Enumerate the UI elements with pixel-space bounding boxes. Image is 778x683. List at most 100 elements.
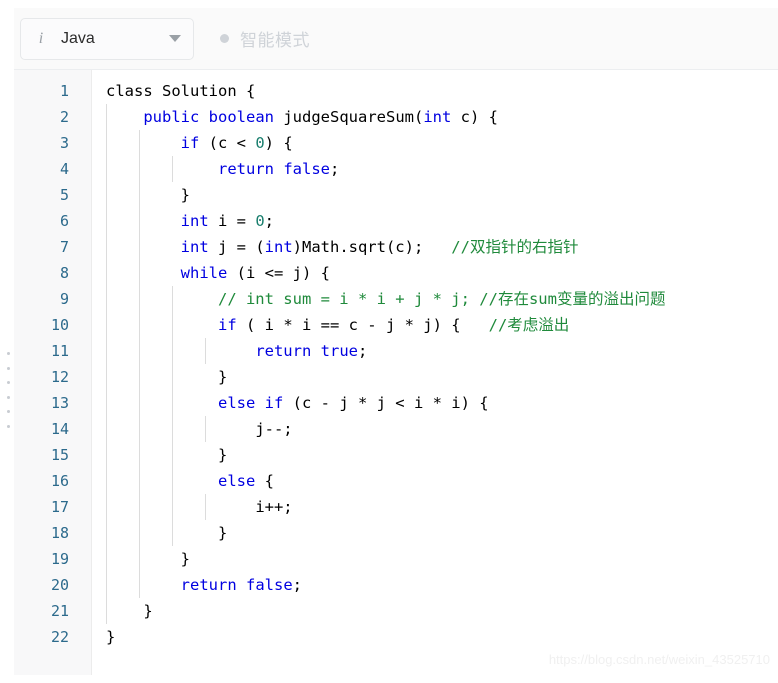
code-content[interactable]: class Solution { public boolean judgeSqu…	[92, 70, 778, 675]
code-token-cmtcn: 双指针的右指针	[469, 238, 579, 256]
code-line[interactable]: i++;	[92, 494, 778, 520]
line-number: 20	[50, 576, 69, 594]
code-line[interactable]: return false;	[92, 156, 778, 182]
code-token-plain: class	[106, 82, 153, 100]
line-number: 13	[50, 394, 69, 412]
code-token-plain: {	[255, 472, 274, 490]
code-line[interactable]: if (c < 0) {	[92, 130, 778, 156]
code-token-plain: i =	[208, 212, 256, 230]
code-token-key: boolean	[208, 108, 274, 126]
code-token-plain: }	[217, 524, 228, 542]
handle-dot-icon	[6, 352, 10, 355]
line-number: 7	[59, 238, 69, 256]
code-token-plain: ( i * i == c - j * j) {	[236, 316, 489, 334]
code-token-key: int	[423, 108, 452, 126]
code-token-key: int	[180, 238, 209, 256]
code-editor-window: i Java 智能模式 1 2 3 4 5 6 7 8 9 10 11 12 13 14 15 16 17 18 1…	[0, 0, 778, 683]
line-number: 21	[50, 602, 69, 620]
code-line[interactable]: while (i <= j) {	[92, 260, 778, 286]
code-token-key: while	[180, 264, 228, 282]
line-number: 2	[59, 108, 69, 126]
code-line[interactable]: else if (c - j * j < i * i) {	[92, 390, 778, 416]
chevron-down-icon[interactable]	[169, 35, 181, 42]
language-selector[interactable]: i Java	[20, 17, 194, 60]
code-token-plain: judgeSquareSum(	[274, 108, 424, 126]
code-token-plain: ;	[264, 212, 275, 230]
line-number: 5	[59, 186, 69, 204]
code-line[interactable]: }	[92, 624, 778, 650]
line-number: 18	[50, 524, 69, 542]
handle-dot-icon	[6, 410, 10, 414]
code-line[interactable]: }	[92, 364, 778, 390]
code-token-plain: ;	[330, 160, 340, 178]
code-line[interactable]: return false;	[92, 572, 778, 598]
status-dot-icon	[220, 34, 229, 43]
handle-dot-icon	[6, 381, 10, 385]
editor-toolbar: i Java 智能模式	[14, 8, 778, 70]
panel-resize-handle[interactable]	[4, 352, 12, 428]
code-line[interactable]: public boolean judgeSquareSum(int c) {	[92, 104, 778, 130]
smart-mode-label: 智能模式	[240, 31, 310, 50]
code-token-key: int	[264, 238, 293, 256]
code-token-key: false	[246, 576, 293, 594]
code-token-num: 0	[255, 212, 265, 230]
line-number: 6	[59, 212, 69, 230]
line-number: 4	[59, 160, 69, 178]
code-token-plain: }	[217, 368, 228, 386]
code-token-key: return	[217, 160, 274, 178]
line-number: 19	[50, 550, 69, 568]
language-selector-label: Java	[61, 29, 95, 47]
line-number: 16	[50, 472, 69, 490]
handle-dot-icon	[6, 395, 10, 399]
code-token-key: else	[217, 472, 256, 490]
code-line[interactable]: return true;	[92, 338, 778, 364]
code-line[interactable]: }	[92, 182, 778, 208]
code-line[interactable]: }	[92, 598, 778, 624]
code-lines-container: class Solution { public boolean judgeSqu…	[92, 78, 778, 650]
line-number: 1	[59, 82, 69, 100]
code-token-key: true	[320, 342, 358, 360]
code-line[interactable]: // int sum = i * i + j * j; //存在sum变量的溢出…	[92, 286, 778, 312]
code-token-key: else	[217, 394, 256, 412]
line-number: 9	[59, 290, 69, 308]
code-token-key: int	[180, 212, 209, 230]
code-token-plain: (c <	[199, 134, 256, 152]
code-token-cmtcn: 变量的溢出问题	[556, 290, 666, 308]
code-token-cmt: // int sum = i * i + j * j; //	[217, 290, 498, 308]
code-line[interactable]: }	[92, 546, 778, 572]
code-editor-body: 1 2 3 4 5 6 7 8 9 10 11 12 13 14 15 16 17 18 19 20 21 22 clas…	[14, 70, 778, 675]
code-token-key: public	[143, 108, 200, 126]
code-line[interactable]: j--;	[92, 416, 778, 442]
code-line[interactable]: }	[92, 520, 778, 546]
code-token-num: 0	[255, 134, 265, 152]
code-line[interactable]: int i = 0;	[92, 208, 778, 234]
line-number: 12	[50, 368, 69, 386]
code-line[interactable]: class Solution {	[92, 78, 778, 104]
smart-mode-toggle[interactable]: 智能模式	[220, 26, 310, 51]
code-token-plain: i++;	[255, 498, 293, 516]
code-line[interactable]: if ( i * i == c - j * j) { //考虑溢出	[92, 312, 778, 338]
line-number: 10	[50, 316, 69, 334]
code-token-plain: }	[180, 550, 190, 568]
code-token-key: false	[283, 160, 330, 178]
code-line[interactable]: }	[92, 442, 778, 468]
code-line[interactable]: int j = (int)Math.sqrt(c); //双指针的右指针	[92, 234, 778, 260]
code-token-key: if	[217, 316, 237, 334]
code-line[interactable]: else {	[92, 468, 778, 494]
line-number: 11	[50, 342, 69, 360]
